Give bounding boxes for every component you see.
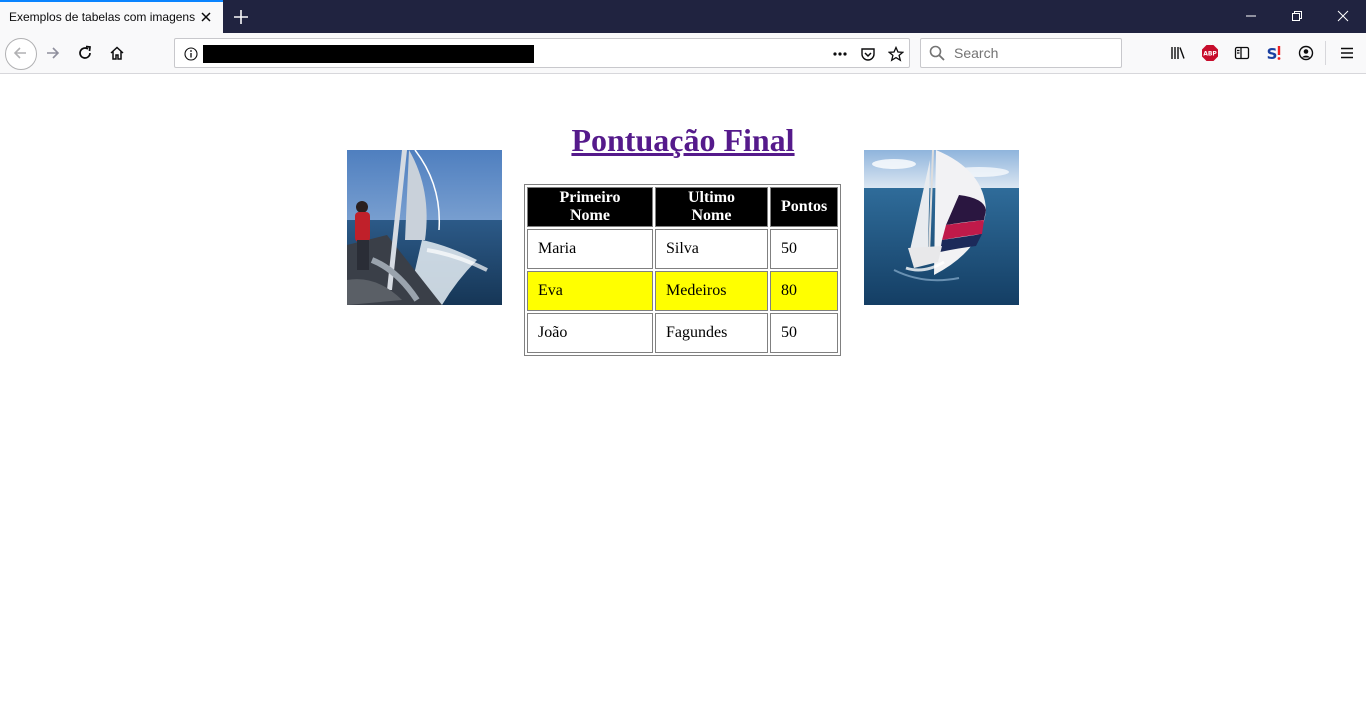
toolbar-divider (1325, 41, 1326, 65)
sidebar-icon[interactable] (1227, 38, 1257, 68)
cell-first-name: Eva (527, 271, 653, 311)
cell-points: 50 (770, 229, 839, 269)
reload-icon (79, 45, 91, 59)
minimize-icon[interactable] (1228, 0, 1274, 33)
tab-strip: Exemplos de tabelas com imagens (0, 0, 1366, 33)
cell-first-name: João (527, 313, 653, 353)
library-icon[interactable] (1163, 38, 1193, 68)
header-points: Pontos (770, 187, 839, 227)
cell-points: 50 (770, 313, 839, 353)
page-title[interactable]: Pontuação Final (0, 122, 1366, 159)
nav-toolbar: ABP S (0, 33, 1366, 74)
search-input[interactable] (954, 43, 1114, 63)
tab-title: Exemplos de tabelas com imagens (9, 10, 196, 24)
page-content: Pontuação Final Primeiro Nome Ultimo Nom… (0, 74, 1366, 701)
cell-first-name: Maria (527, 229, 653, 269)
header-last-name: Ultimo Nome (655, 187, 768, 227)
sailboat-spinnaker-photo (864, 150, 1019, 305)
back-button[interactable] (2, 35, 38, 71)
extension-icon[interactable]: S (1259, 38, 1289, 68)
more-icon[interactable] (829, 43, 851, 65)
reload-button[interactable] (70, 38, 100, 68)
forward-icon (47, 47, 60, 59)
sailboat-crew-photo (347, 150, 502, 305)
bookmark-star-icon[interactable] (885, 43, 907, 65)
url-redacted (203, 45, 534, 63)
search-bar[interactable] (920, 38, 1122, 68)
restore-icon[interactable] (1274, 0, 1320, 33)
home-button[interactable] (102, 38, 132, 68)
cell-last-name: Medeiros (655, 271, 768, 311)
cell-last-name: Fagundes (655, 313, 768, 353)
tab-active[interactable]: Exemplos de tabelas com imagens (0, 0, 223, 33)
cell-last-name: Silva (655, 229, 768, 269)
url-bar[interactable] (174, 38, 910, 68)
new-tab-icon[interactable] (230, 6, 252, 28)
svg-text:S: S (1267, 45, 1278, 62)
search-icon (929, 45, 945, 61)
svg-text:ABP: ABP (1203, 51, 1217, 58)
account-icon[interactable] (1291, 38, 1321, 68)
home-icon (110, 46, 124, 60)
header-first-name: Primeiro Nome (527, 187, 653, 227)
pocket-icon[interactable] (857, 43, 879, 65)
table-header-row: Primeiro Nome Ultimo Nome Pontos (527, 187, 839, 227)
forward-button[interactable] (38, 38, 68, 68)
adblock-icon[interactable]: ABP (1195, 38, 1225, 68)
table-row-highlighted: Eva Medeiros 80 (527, 271, 839, 311)
close-tab-icon[interactable] (198, 9, 214, 25)
menu-icon[interactable] (1332, 38, 1362, 68)
close-window-icon[interactable] (1320, 0, 1366, 33)
score-table: Primeiro Nome Ultimo Nome Pontos Maria S… (524, 184, 842, 356)
cell-points: 80 (770, 271, 839, 311)
table-row: João Fagundes 50 (527, 313, 839, 353)
back-icon (13, 47, 26, 59)
info-icon[interactable] (184, 46, 198, 61)
table-row: Maria Silva 50 (527, 229, 839, 269)
